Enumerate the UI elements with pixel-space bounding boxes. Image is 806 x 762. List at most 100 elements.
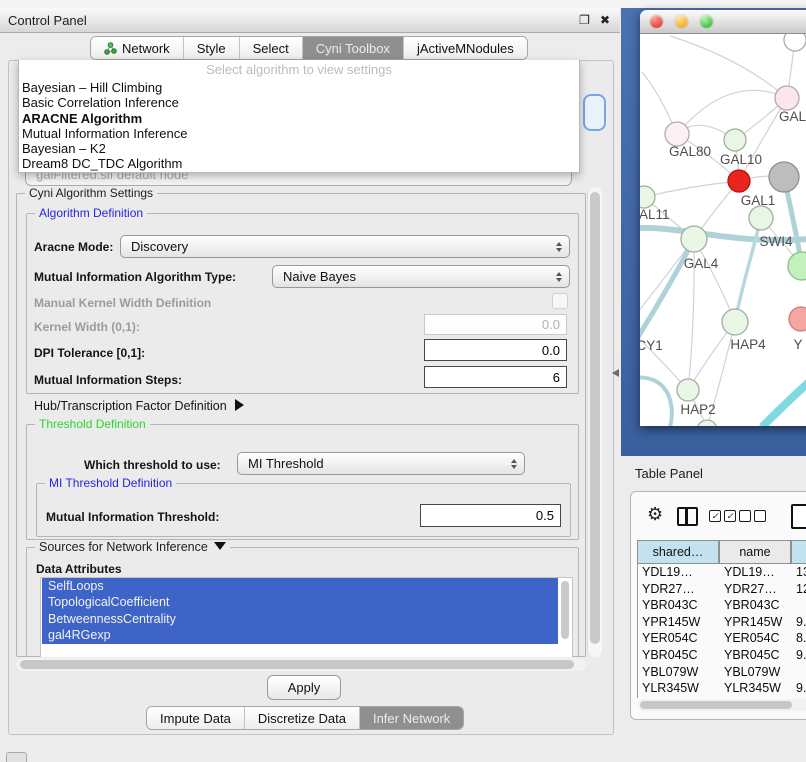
mouse-cursor bbox=[612, 369, 619, 377]
select-all-icon[interactable]: ✓✓ bbox=[709, 510, 736, 522]
node-table: shared…nameA YDL19…YDL19…13YDR27…YDR27…1… bbox=[637, 540, 806, 722]
sources-title[interactable]: Sources for Network Inference bbox=[35, 540, 230, 554]
gear-icon[interactable]: ⚙ bbox=[647, 504, 663, 525]
dpi-tolerance-label: DPI Tolerance [0,1]: bbox=[34, 346, 145, 360]
table-panel-card: ⚙ ✓✓ shared…nameA YDL19…YDL19…13YDR27…YD… bbox=[630, 491, 806, 720]
network-icon bbox=[104, 42, 117, 55]
attribute-item-topologicalcoefficient[interactable]: TopologicalCoefficient bbox=[42, 594, 558, 610]
close-panel-icon[interactable]: ✖ bbox=[600, 13, 610, 27]
table-row[interactable]: YLR345WYLR345W9. bbox=[638, 680, 806, 697]
network-node-hap4[interactable] bbox=[722, 309, 748, 335]
control-panel-tabbar: NetworkStyleSelectCyni ToolboxjActiveMNo… bbox=[90, 36, 528, 60]
attribute-item-betweennesscentrality[interactable]: BetweennessCentrality bbox=[42, 611, 558, 627]
table-row[interactable]: YER054CYER054C8. bbox=[638, 630, 806, 647]
kernel-width-field: 0.0 bbox=[424, 314, 567, 335]
which-threshold-combo[interactable]: MI Threshold bbox=[237, 452, 525, 475]
network-node-gal4[interactable] bbox=[681, 226, 707, 252]
network-node-hap2[interactable] bbox=[677, 379, 699, 401]
column-header-a[interactable]: A bbox=[791, 540, 806, 564]
mi-algorithm-type-combo[interactable]: Naive Bayes bbox=[272, 265, 570, 288]
mi-threshold-field[interactable]: 0.5 bbox=[420, 504, 561, 527]
algorithm-option-aracne-algorithm[interactable]: ARACNE Algorithm bbox=[19, 111, 579, 126]
column-header-name[interactable]: name bbox=[719, 540, 791, 564]
control-panel-titlebar: Control Panel ❐ ✖ bbox=[0, 8, 620, 33]
node-label-gal10: GAL10 bbox=[720, 152, 762, 167]
column-header-shared[interactable]: shared… bbox=[637, 540, 719, 564]
table-header-row: shared…nameA bbox=[637, 540, 806, 564]
network-node-gal1[interactable] bbox=[728, 170, 750, 192]
node-label-gcy1: GCY1 bbox=[640, 338, 663, 353]
table-row[interactable]: YBR045CYBR045C9. bbox=[638, 647, 806, 664]
close-window-button[interactable] bbox=[650, 15, 663, 28]
threshold-definition-title: Threshold Definition bbox=[35, 417, 150, 431]
network-node[interactable] bbox=[784, 34, 806, 51]
float-panel-icon[interactable]: ❐ bbox=[579, 13, 590, 27]
table-row[interactable]: YDR27…YDR27…12 bbox=[638, 581, 806, 598]
manual-kernel-label: Manual Kernel Width Definition bbox=[34, 296, 211, 310]
aracne-mode-label: Aracne Mode: bbox=[34, 240, 113, 254]
tab-impute-data[interactable]: Impute Data bbox=[147, 707, 245, 729]
apply-button[interactable]: Apply bbox=[267, 675, 341, 700]
manual-kernel-checkbox[interactable] bbox=[552, 293, 568, 309]
mi-steps-label: Mutual Information Steps: bbox=[34, 373, 182, 387]
aracne-mode-combo[interactable]: Discovery bbox=[120, 235, 570, 258]
table-row[interactable]: YIL052CYIL052C9. bbox=[638, 697, 806, 698]
columns-icon[interactable] bbox=[677, 507, 698, 526]
network-node[interactable] bbox=[697, 420, 717, 426]
network-node-gal[interactable] bbox=[775, 86, 799, 110]
table-row[interactable]: YBL079WYBL079W bbox=[638, 664, 806, 681]
mi-threshold-label: Mutual Information Threshold: bbox=[46, 510, 219, 524]
tab-infer-network[interactable]: Infer Network bbox=[360, 707, 463, 729]
algorithm-option-mutual-information-inference[interactable]: Mutual Information Inference bbox=[19, 126, 579, 141]
collapsed-panel-icon[interactable] bbox=[6, 752, 27, 762]
algorithm-option-dream8-dc-tdc-algorithm[interactable]: Dream8 DC_TDC Algorithm bbox=[19, 156, 579, 171]
node-label-hap4: HAP4 bbox=[730, 337, 766, 352]
network-node[interactable] bbox=[788, 252, 806, 280]
node-label-gal: GAL bbox=[779, 109, 806, 124]
tab-discretize-data[interactable]: Discretize Data bbox=[245, 707, 360, 729]
network-node[interactable] bbox=[769, 162, 799, 192]
attribute-item-gal4rgexp[interactable]: gal4RGexp bbox=[42, 627, 558, 643]
table-row[interactable]: YBR043CYBR043C bbox=[638, 597, 806, 614]
hub-definition-expander[interactable]: Hub/Transcription Factor Definition bbox=[34, 399, 244, 413]
list-scrollbar-thumb[interactable] bbox=[561, 581, 569, 639]
network-node-gal80[interactable] bbox=[665, 122, 689, 146]
network-canvas[interactable]: GALGAL80GAL10GAL1GAL11SWI4GAL4GCY1HAP4YH… bbox=[640, 34, 806, 426]
algorithm-option-bayesian-k2[interactable]: Bayesian – K2 bbox=[19, 141, 579, 156]
mi-threshold-title: MI Threshold Definition bbox=[45, 476, 176, 490]
control-panel-title: Control Panel bbox=[8, 13, 87, 28]
network-window-titlebar[interactable] bbox=[640, 10, 806, 34]
minimize-window-button[interactable] bbox=[675, 15, 688, 28]
node-label-gal80: GAL80 bbox=[669, 144, 711, 159]
table-toolbar: ⚙ ✓✓ bbox=[631, 500, 806, 534]
table-panel-titlebar: Table Panel bbox=[621, 456, 806, 490]
dpi-tolerance-field[interactable]: 0.0 bbox=[424, 339, 567, 361]
deselect-all-icon[interactable] bbox=[739, 510, 766, 522]
new-table-icon[interactable] bbox=[791, 504, 806, 529]
algorithm-option-basic-correlation-inference[interactable]: Basic Correlation Inference bbox=[19, 95, 579, 110]
tab-cyni-toolbox[interactable]: Cyni Toolbox bbox=[303, 37, 404, 59]
data-attributes-list[interactable]: SelfLoopsTopologicalCoefficientBetweenne… bbox=[40, 577, 573, 657]
tab-style[interactable]: Style bbox=[184, 37, 240, 59]
table-horizontal-scrollbar[interactable] bbox=[638, 699, 806, 711]
network-window: GALGAL80GAL10GAL1GAL11SWI4GAL4GCY1HAP4YH… bbox=[640, 10, 806, 426]
mi-steps-field[interactable]: 6 bbox=[424, 366, 567, 388]
network-node-swi4[interactable] bbox=[749, 206, 773, 230]
tab-jactivemnodules[interactable]: jActiveMNodules bbox=[404, 37, 527, 59]
table-row[interactable]: YPR145WYPR145W9. bbox=[638, 614, 806, 631]
expand-right-icon bbox=[235, 399, 244, 411]
tab-select[interactable]: Select bbox=[240, 37, 303, 59]
network-node-gal10[interactable] bbox=[724, 129, 746, 151]
attribute-item-selfloops[interactable]: SelfLoops bbox=[42, 578, 558, 594]
which-threshold-label: Which threshold to use: bbox=[84, 458, 221, 472]
table-row[interactable]: YDL19…YDL19…13 bbox=[638, 564, 806, 581]
zoom-window-button[interactable] bbox=[700, 15, 713, 28]
combo-stepper-icon bbox=[556, 242, 562, 252]
tab-network[interactable]: Network bbox=[91, 37, 184, 59]
data-attributes-label: Data Attributes bbox=[36, 562, 122, 576]
network-node-y[interactable] bbox=[789, 307, 806, 331]
settings-horizontal-scrollbar[interactable] bbox=[16, 658, 586, 671]
algorithm-definition-title: Algorithm Definition bbox=[35, 206, 147, 220]
settings-vertical-scrollbar[interactable] bbox=[587, 187, 602, 657]
algorithm-option-bayesian-hill-climbing[interactable]: Bayesian – Hill Climbing bbox=[19, 80, 579, 95]
